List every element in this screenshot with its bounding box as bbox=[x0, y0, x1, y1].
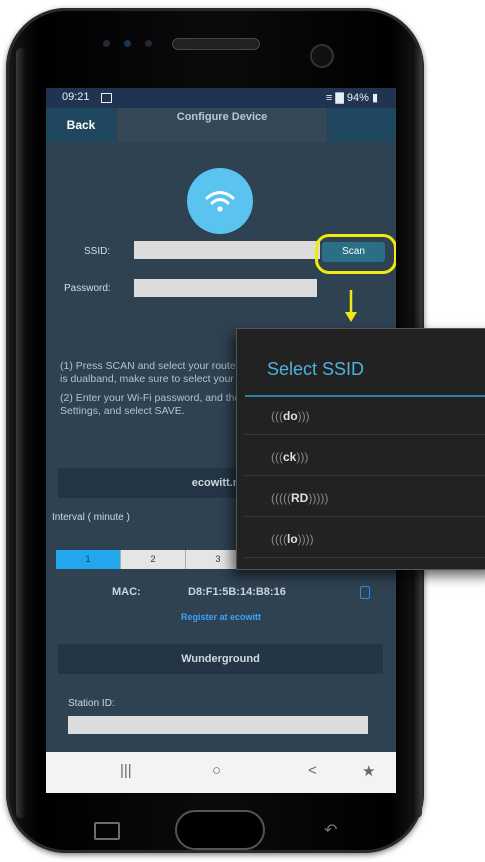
password-input[interactable] bbox=[134, 279, 317, 297]
android-nav-bar: ||| ○ < ★ bbox=[46, 752, 396, 793]
phone-edge bbox=[16, 48, 26, 818]
image-notification-icon bbox=[101, 93, 112, 103]
interval-tab-2[interactable]: 2 bbox=[121, 550, 186, 569]
mac-label: MAC: bbox=[112, 586, 141, 598]
ssid-option-label: (((((RD))))) bbox=[271, 491, 329, 505]
copy-icon[interactable] bbox=[360, 586, 370, 599]
password-label: Password: bbox=[64, 283, 111, 294]
app-header: Back Configure Device bbox=[46, 108, 396, 142]
wunderground-section-header: Wunderground bbox=[58, 644, 383, 674]
page-title: Configure Device bbox=[117, 108, 327, 142]
earpiece-speaker bbox=[172, 38, 260, 50]
ssid-option[interactable]: (((((RD))))) bbox=[245, 483, 485, 517]
ssid-option-label: (((ck))) bbox=[271, 450, 309, 464]
dialog-title: Select SSID bbox=[267, 359, 365, 379]
proximity-sensor bbox=[103, 40, 110, 47]
interval-label: Interval ( minute ) bbox=[52, 512, 130, 523]
arrow-down-icon bbox=[345, 290, 357, 322]
ssid-option-label: ((((lo)))) bbox=[271, 532, 314, 546]
scan-highlight-ring bbox=[315, 234, 396, 274]
register-ecowitt-link[interactable]: Register at ecowitt bbox=[46, 612, 396, 622]
ssid-input[interactable] bbox=[134, 241, 320, 259]
ssid-label: SSID: bbox=[84, 246, 111, 257]
mac-address: D8:F1:5B:14:B8:16 bbox=[188, 586, 286, 598]
ssid-option[interactable]: (((do))) bbox=[245, 401, 485, 435]
wifi-icon bbox=[187, 168, 253, 234]
ssid-option[interactable]: (((ck))) bbox=[245, 442, 485, 476]
front-camera bbox=[310, 44, 334, 68]
status-bar: 09:21 ≡ ▇ 94% ▮ bbox=[46, 88, 396, 108]
station-id-input[interactable] bbox=[68, 716, 368, 734]
home-nav-button[interactable]: ○ bbox=[212, 762, 221, 779]
indicator-sensor bbox=[145, 40, 152, 47]
hardware-back-icon[interactable]: ↶ bbox=[324, 820, 337, 840]
accessibility-button[interactable]: ★ bbox=[362, 762, 375, 780]
ssid-option[interactable]: ((((lo)))) bbox=[245, 524, 485, 558]
status-indicators: ≡ ▇ 94% ▮ bbox=[325, 92, 378, 104]
ssid-option-label: (((do))) bbox=[271, 409, 310, 423]
hardware-recent-icon[interactable] bbox=[94, 822, 120, 840]
dialog-divider bbox=[245, 395, 485, 397]
light-sensor bbox=[124, 40, 131, 47]
hardware-home-button[interactable] bbox=[175, 810, 265, 850]
interval-tab-1[interactable]: 1 bbox=[56, 550, 121, 569]
status-time: 09:21 bbox=[62, 91, 90, 103]
station-id-label: Station ID: bbox=[68, 698, 115, 709]
header-right-panel bbox=[328, 108, 396, 142]
interval-tabs: 1 2 3 bbox=[56, 550, 251, 569]
recent-apps-button[interactable]: ||| bbox=[120, 762, 132, 779]
back-nav-button[interactable]: < bbox=[308, 762, 317, 779]
back-button[interactable]: Back bbox=[46, 108, 116, 142]
select-ssid-dialog: Select SSID (((do))) (((ck))) (((((RD)))… bbox=[236, 328, 485, 570]
